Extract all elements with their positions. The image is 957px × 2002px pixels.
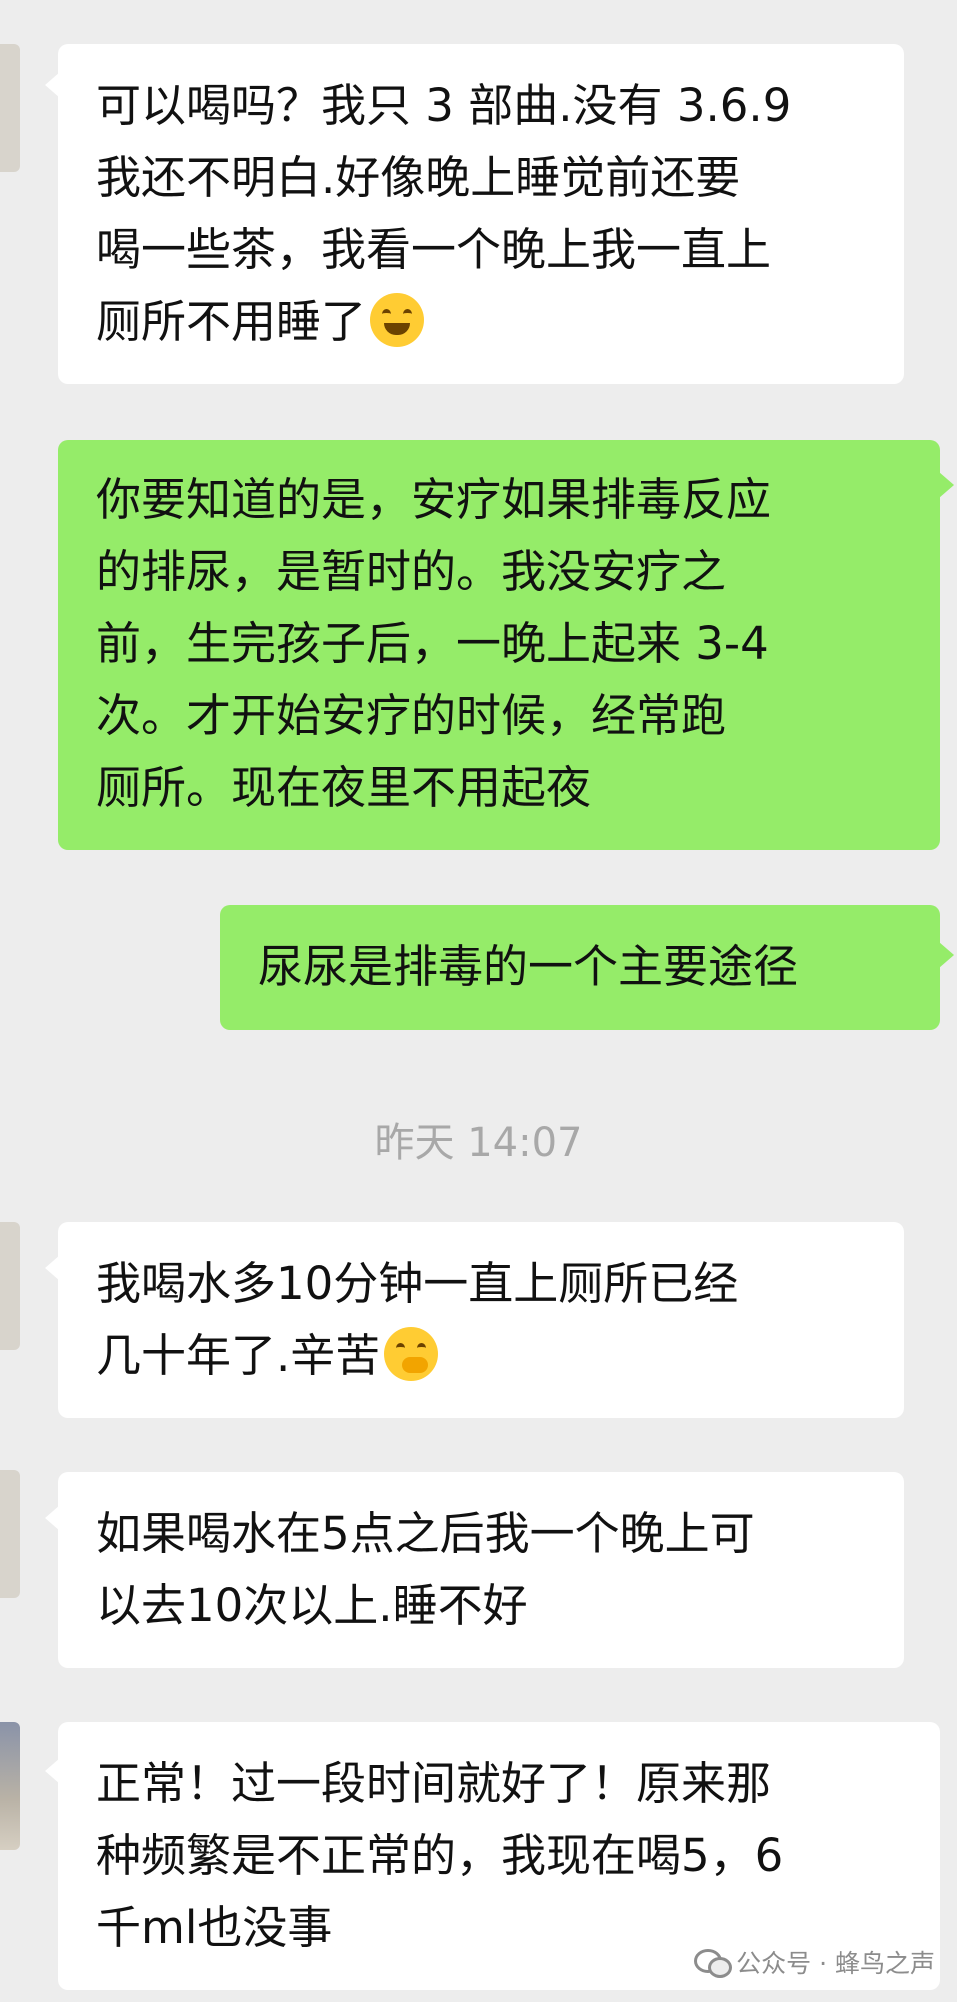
message-bubble-incoming[interactable]: 我喝水多10分钟一直上厕所已经 几十年了.辛苦: [58, 1222, 904, 1418]
message-bubble-outgoing[interactable]: 你要知道的是，安疗如果排毒反应 的排尿，是暂时的。我没安疗之 前，生完孩子后，一…: [58, 440, 940, 850]
message-text: 可以喝吗？我只 3 部曲.没有 3.6.9 我还不明白.好像晚上睡觉前还要 喝一…: [96, 79, 792, 348]
watermark-text: 公众号 · 蜂鸟之声: [736, 1949, 935, 1978]
message-text: 如果喝水在5点之后我一个晚上可 以去10次以上.睡不好: [96, 1507, 755, 1632]
bubble-tail: [939, 942, 954, 968]
message-bubble-incoming[interactable]: 可以喝吗？我只 3 部曲.没有 3.6.9 我还不明白.好像晚上睡觉前还要 喝一…: [58, 44, 904, 384]
contact-avatar[interactable]: [0, 44, 20, 172]
message-bubble-incoming[interactable]: 如果喝水在5点之后我一个晚上可 以去10次以上.睡不好: [58, 1472, 904, 1668]
contact-avatar[interactable]: [0, 1222, 20, 1350]
message-text: 你要知道的是，安疗如果排毒反应 的排尿，是暂时的。我没安疗之 前，生完孩子后，一…: [96, 473, 772, 814]
hand-over-mouth-emoji-icon: [384, 1327, 439, 1381]
bubble-tail: [939, 472, 954, 498]
chat-timestamp: 昨天 14:07: [374, 1120, 583, 1166]
message-text: 正常！过一段时间就好了！原来那 种频繁是不正常的，我现在喝5，6 千ml也没事: [96, 1757, 784, 1954]
message-bubble-outgoing[interactable]: 尿尿是排毒的一个主要途径: [220, 905, 940, 1030]
rofl-emoji-icon: [370, 293, 425, 347]
contact-avatar[interactable]: [0, 1722, 20, 1850]
message-text: 尿尿是排毒的一个主要途径: [258, 940, 799, 993]
contact-avatar[interactable]: [0, 1470, 20, 1598]
wechat-icon: [694, 1947, 733, 1978]
watermark: 公众号 · 蜂鸟之声: [694, 1944, 935, 1980]
